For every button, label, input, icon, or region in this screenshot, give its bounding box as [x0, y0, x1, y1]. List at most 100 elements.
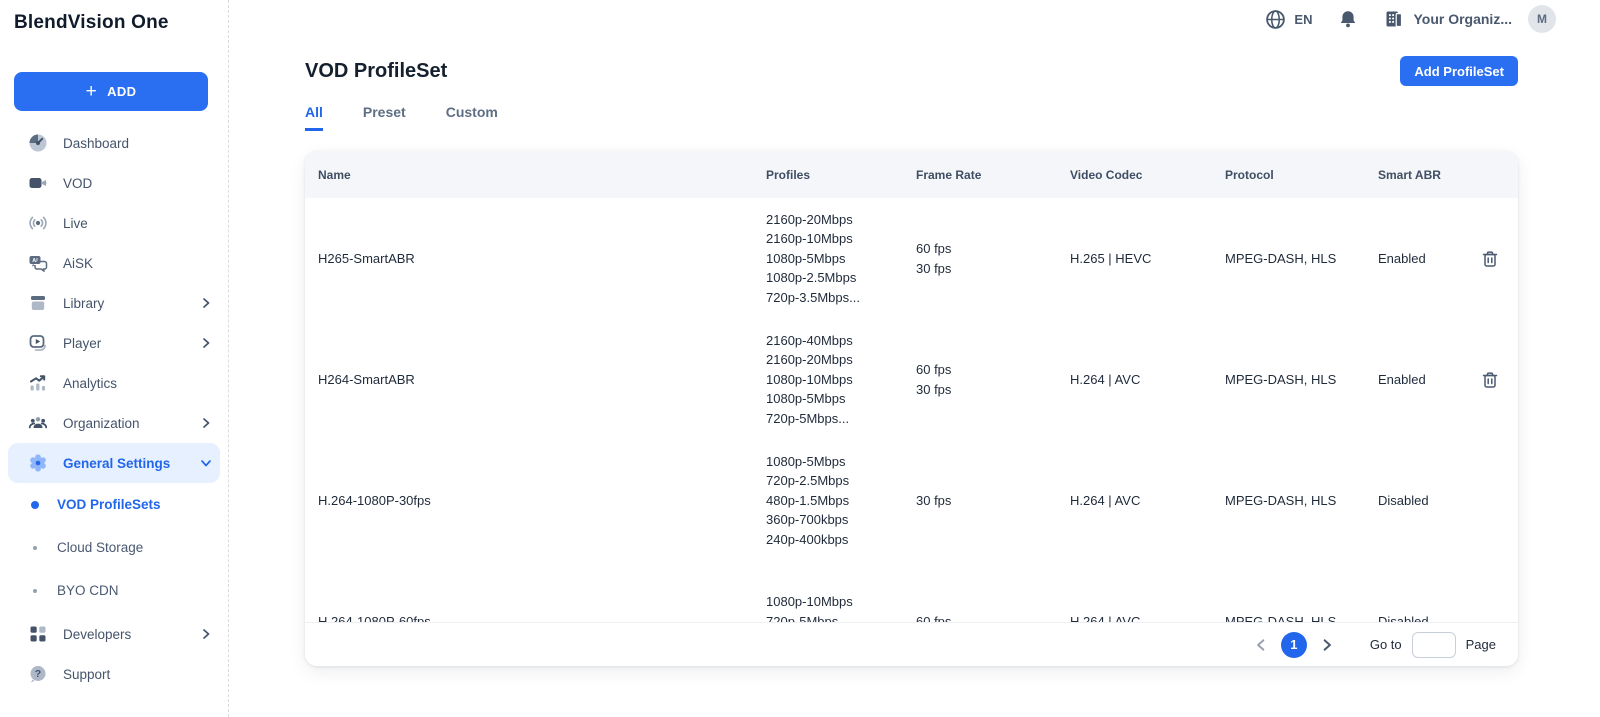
main-area: EN Your Organiz... M VOD ProfileSet Add …: [229, 0, 1600, 717]
profile-line: 2160p-20Mbps: [766, 350, 916, 370]
tab-all[interactable]: All: [305, 104, 323, 131]
smart-abr-status: Disabled: [1378, 493, 1462, 508]
profile-line: 2160p-10Mbps: [766, 229, 916, 249]
avatar[interactable]: M: [1528, 5, 1556, 33]
sidebar-item-general-settings[interactable]: General Settings: [8, 443, 220, 483]
video-codec: H.264 | AVC: [1070, 493, 1225, 508]
sidebar-item-live[interactable]: Live: [0, 203, 228, 243]
sidebar-subitem-vod-profilesets[interactable]: VOD ProfileSets: [0, 483, 228, 526]
vod-icon: [27, 173, 49, 193]
analytics-icon: [27, 373, 49, 393]
add-button[interactable]: + ADD: [14, 72, 208, 111]
profileset-name: H265-SmartABR: [305, 251, 766, 266]
pagination-bar: 1 Go to Page: [305, 622, 1518, 666]
video-codec: H.265 | HEVC: [1070, 251, 1225, 266]
bell-icon: [1338, 9, 1358, 29]
live-icon: [27, 213, 49, 233]
tab-preset[interactable]: Preset: [363, 104, 406, 131]
profile-line: 60 fps: [916, 239, 1070, 259]
page-number-button[interactable]: 1: [1281, 632, 1307, 658]
profile-line: 480p-1.5Mbps: [766, 491, 916, 511]
goto-label: Go to: [1370, 637, 1402, 652]
table-row[interactable]: H.264-1080P-30fps 1080p-5Mbps720p-2.5Mbp…: [305, 440, 1518, 561]
page-label: Page: [1466, 637, 1496, 652]
video-codec: H.264 | AVC: [1070, 372, 1225, 387]
smart-abr-status: Enabled: [1378, 251, 1462, 266]
sidebar-item-vod[interactable]: VOD: [0, 163, 228, 203]
sidebar-item-analytics[interactable]: Analytics: [0, 363, 228, 403]
sidebar-item-dashboard[interactable]: Dashboard: [0, 123, 228, 163]
app-logo: BlendVision One: [0, 0, 228, 34]
smart-abr-status: Disabled: [1378, 614, 1462, 622]
developers-icon: [27, 624, 49, 644]
chevron-right-icon: [200, 297, 212, 309]
library-icon: [27, 293, 49, 313]
profile-line: 720p-3.5Mbps...: [766, 288, 916, 308]
organization-name: Your Organiz...: [1413, 11, 1512, 27]
bullet-icon: [31, 546, 39, 550]
profile-line: 30 fps: [916, 491, 1070, 511]
sidebar-subitem-cloud-storage[interactable]: Cloud Storage: [0, 526, 228, 569]
profile-line: 240p-400kbps: [766, 530, 916, 550]
svg-text:?: ?: [35, 668, 41, 680]
profileset-name: H264-SmartABR: [305, 372, 766, 387]
profile-line: 2160p-20Mbps: [766, 210, 916, 230]
column-header-frame-rate: Frame Rate: [916, 168, 1070, 182]
table-row[interactable]: H264-SmartABR 2160p-40Mbps2160p-20Mbps10…: [305, 319, 1518, 440]
profile-line: 1080p-5Mbps: [766, 452, 916, 472]
language-label: EN: [1294, 12, 1312, 27]
profile-line: 1080p-10Mbps: [766, 370, 916, 390]
sidebar-item-player[interactable]: Player: [0, 323, 228, 363]
sidebar-item-label: Analytics: [63, 376, 117, 391]
previous-page-button[interactable]: [1250, 634, 1272, 656]
language-selector[interactable]: EN: [1265, 9, 1312, 30]
column-header-name: Name: [305, 168, 766, 182]
sidebar-subitem-byo-cdn[interactable]: BYO CDN: [0, 569, 228, 612]
sidebar-item-aisk[interactable]: AI AiSK: [0, 243, 228, 283]
frame-rate: 60 fps30 fps: [916, 239, 1070, 278]
profile-line: 1080p-10Mbps: [766, 592, 916, 612]
delete-button[interactable]: [1479, 369, 1501, 391]
column-header-video-codec: Video Codec: [1070, 168, 1225, 182]
add-profileset-button[interactable]: Add ProfileSet: [1400, 56, 1518, 86]
delete-button[interactable]: [1479, 248, 1501, 270]
sidebar-item-label: AiSK: [63, 256, 93, 271]
player-icon: [27, 333, 49, 353]
sidebar-item-support[interactable]: ? Support: [0, 654, 228, 694]
profiles-list: 1080p-5Mbps720p-2.5Mbps480p-1.5Mbps360p-…: [766, 452, 916, 550]
chevron-right-icon: [200, 417, 212, 429]
profile-line: 2160p-40Mbps: [766, 331, 916, 351]
next-page-button[interactable]: [1316, 634, 1338, 656]
organization-selector[interactable]: Your Organiz...: [1384, 9, 1512, 29]
sidebar-item-label: Live: [63, 216, 88, 231]
frame-rate: 60 fps30 fps: [916, 360, 1070, 399]
sidebar-item-label: VOD: [63, 176, 92, 191]
notifications-button[interactable]: [1338, 9, 1358, 29]
sidebar-nav: Dashboard VOD Live AI AiSK Library: [0, 123, 228, 694]
sidebar-item-label: Organization: [63, 416, 140, 431]
smart-abr-status: Enabled: [1378, 372, 1462, 387]
protocol: MPEG-DASH, HLS: [1225, 251, 1378, 266]
tab-custom[interactable]: Custom: [446, 104, 498, 131]
sidebar-item-label: General Settings: [63, 456, 170, 471]
avatar-initial: M: [1537, 12, 1547, 26]
dashboard-icon: [27, 133, 49, 153]
chevron-down-icon: [200, 457, 212, 469]
globe-icon: [1265, 9, 1286, 30]
sidebar-item-developers[interactable]: Developers: [0, 614, 228, 654]
goto-page-input[interactable]: [1412, 632, 1456, 658]
table-row[interactable]: H265-SmartABR 2160p-20Mbps2160p-10Mbps10…: [305, 198, 1518, 319]
organization-icon: [27, 413, 49, 433]
profile-line: 360p-700kbps: [766, 510, 916, 530]
profiles-list: 1080p-10Mbps720p-5Mbps480p-3Mbps: [766, 592, 916, 622]
sidebar-item-library[interactable]: Library: [0, 283, 228, 323]
column-header-protocol: Protocol: [1225, 168, 1378, 182]
profiles-list: 2160p-20Mbps2160p-10Mbps1080p-5Mbps1080p…: [766, 210, 916, 308]
topbar: EN Your Organiz... M: [229, 0, 1600, 38]
sidebar-item-label: Player: [63, 336, 101, 351]
table-row[interactable]: H.264-1080P-60fps 1080p-10Mbps720p-5Mbps…: [305, 561, 1518, 622]
protocol: MPEG-DASH, HLS: [1225, 372, 1378, 387]
sidebar-subitem-label: VOD ProfileSets: [57, 497, 161, 512]
sidebar-subitem-label: BYO CDN: [57, 583, 119, 598]
sidebar-item-organization[interactable]: Organization: [0, 403, 228, 443]
